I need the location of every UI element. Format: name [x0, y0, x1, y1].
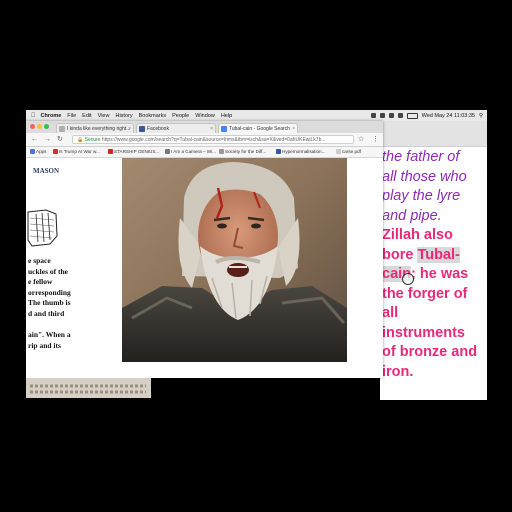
chrome-window: I kinda like everything right... × Faceb…	[26, 121, 383, 398]
menu-icon[interactable]: ⋮	[372, 135, 379, 144]
menu-edit[interactable]: Edit	[82, 113, 91, 119]
dropbox-icon[interactable]	[370, 113, 376, 118]
facebook-icon	[139, 126, 145, 132]
bible-line: the forger of	[382, 285, 468, 302]
document-paragraph: ain". When a rip and its	[28, 330, 118, 351]
menu-view[interactable]: View	[98, 113, 110, 119]
document-paragraph: e space uckles of the e fellow orrespond…	[28, 256, 118, 320]
tab-3[interactable]: Tubal-cain - Google Search ×	[218, 123, 298, 133]
bible-line: and pipe.	[382, 207, 442, 224]
bookmark-apps[interactable]: Apps	[30, 147, 46, 157]
wikipedia-icon	[165, 149, 170, 155]
tab-bar: I kinda like everything right... × Faceb…	[26, 121, 383, 133]
tab-label: Tubal-cain - Google Search	[229, 126, 290, 132]
bible-text: the father of all those who play the lyr…	[382, 148, 486, 382]
bible-text-fragment: ; he was	[411, 266, 469, 282]
bookmark-item[interactable]: I Am a Camera – Wi...	[165, 147, 216, 157]
zoom-window-button[interactable]	[44, 124, 49, 129]
menu-help[interactable]: Help	[221, 113, 232, 119]
image-thumbnail[interactable]	[26, 378, 151, 398]
tab-2[interactable]: Facebook ×	[136, 123, 216, 133]
lock-icon: 🔒	[77, 137, 84, 143]
scanned-document: MASON e space uckles of the e fellow orr…	[26, 158, 118, 378]
menu-window[interactable]: Window	[195, 113, 215, 119]
minimize-window-button[interactable]	[37, 124, 42, 129]
clock[interactable]: Wed May 24 11:03:35	[422, 113, 475, 119]
menu-history[interactable]: History	[115, 113, 132, 119]
document-line: uckles of the	[28, 266, 68, 276]
bluetooth-icon[interactable]	[388, 113, 394, 118]
menu-app-name[interactable]: Chrome	[41, 113, 62, 119]
document-line: The thumb is	[28, 298, 71, 308]
hand-illustration	[26, 206, 60, 250]
address-bar[interactable]: 🔒 Secure https://www.google.com/search?q…	[72, 135, 354, 144]
document-icon	[59, 126, 65, 132]
bookmark-favicon	[276, 149, 281, 155]
menu-people[interactable]: People	[172, 113, 189, 119]
back-icon[interactable]: ←	[31, 135, 38, 144]
document-line: orresponding	[28, 287, 71, 297]
bookmark-item[interactable]: STARSHIP GENIUS...	[108, 147, 159, 157]
toolbar: ← → ↻ 🔒 Secure https://www.google.com/se…	[26, 133, 383, 147]
tab-label: Facebook	[147, 126, 169, 132]
bookmarks-bar: Apps Is Trump At War w... STARSHIP GENIU…	[26, 147, 383, 158]
secure-label: Secure	[84, 137, 101, 143]
search-icon[interactable]: ⚲	[479, 113, 483, 119]
menu-file[interactable]: File	[67, 113, 76, 119]
document-line: rip and its	[28, 340, 61, 350]
background-window-tabbar	[380, 121, 487, 147]
bible-line: the father of	[382, 149, 460, 165]
document-line: e fellow	[28, 277, 53, 287]
bible-line: instruments	[382, 324, 465, 341]
bible-line: cain; he was	[382, 265, 486, 285]
bookmark-favicon	[53, 149, 58, 155]
close-window-button[interactable]	[30, 124, 35, 129]
bible-line: all those who	[382, 168, 467, 185]
document-heading: MASON	[33, 167, 60, 175]
forward-icon[interactable]: →	[44, 135, 51, 144]
bible-line: play the lyre	[382, 188, 461, 204]
status-area: Wed May 24 11:03:35 ⚲	[370, 112, 487, 119]
highlighted-term: Tubal-	[417, 246, 460, 263]
bible-line: bore Tubal-	[382, 246, 486, 266]
page-content[interactable]: MASON e space uckles of the e fellow orr…	[26, 158, 383, 378]
document-line: d and third	[28, 308, 65, 318]
youtube-icon	[108, 149, 113, 155]
apple-icon[interactable]: 	[31, 113, 36, 119]
close-tab-icon[interactable]: ×	[128, 124, 131, 133]
bible-line: iron.	[382, 363, 414, 380]
pdf-icon	[336, 149, 341, 155]
tab-label: I kinda like everything right...	[67, 126, 131, 132]
viking-portrait-image[interactable]	[122, 158, 347, 362]
bible-line: of bronze and	[382, 344, 478, 360]
menu-bookmarks[interactable]: Bookmarks	[139, 113, 167, 119]
close-tab-icon[interactable]: ×	[210, 124, 213, 133]
google-icon	[221, 126, 227, 132]
document-line: e space	[28, 256, 51, 265]
apps-icon	[30, 149, 35, 155]
url-text: https://www.google.com/search?q=Tubal-ca…	[101, 137, 326, 143]
bookmark-item[interactable]: Society for the Diff...	[219, 147, 266, 157]
bookmark-item[interactable]: carse.pdf	[336, 147, 361, 157]
bookmark-item[interactable]: Hypernormalisation...	[276, 147, 325, 157]
close-tab-icon[interactable]: ×	[292, 124, 295, 133]
bible-text-fragment: bore	[382, 246, 418, 263]
cloud-icon[interactable]	[379, 113, 385, 118]
bookmark-item[interactable]: Is Trump At War w...	[53, 147, 100, 157]
bookmark-favicon	[219, 149, 224, 155]
bible-line: Zillah also	[382, 227, 453, 243]
reload-icon[interactable]: ↻	[57, 135, 63, 144]
tab-1[interactable]: I kinda like everything right... ×	[56, 123, 134, 133]
mac-menu-bar:  Chrome File Edit View History Bookmark…	[26, 110, 487, 121]
bible-line: all	[382, 305, 399, 321]
document-line: ain". When a	[28, 330, 71, 339]
wifi-icon[interactable]	[397, 113, 403, 118]
mouse-cursor	[402, 273, 414, 285]
star-icon[interactable]: ☆	[358, 135, 364, 144]
battery-icon[interactable]	[406, 112, 418, 119]
